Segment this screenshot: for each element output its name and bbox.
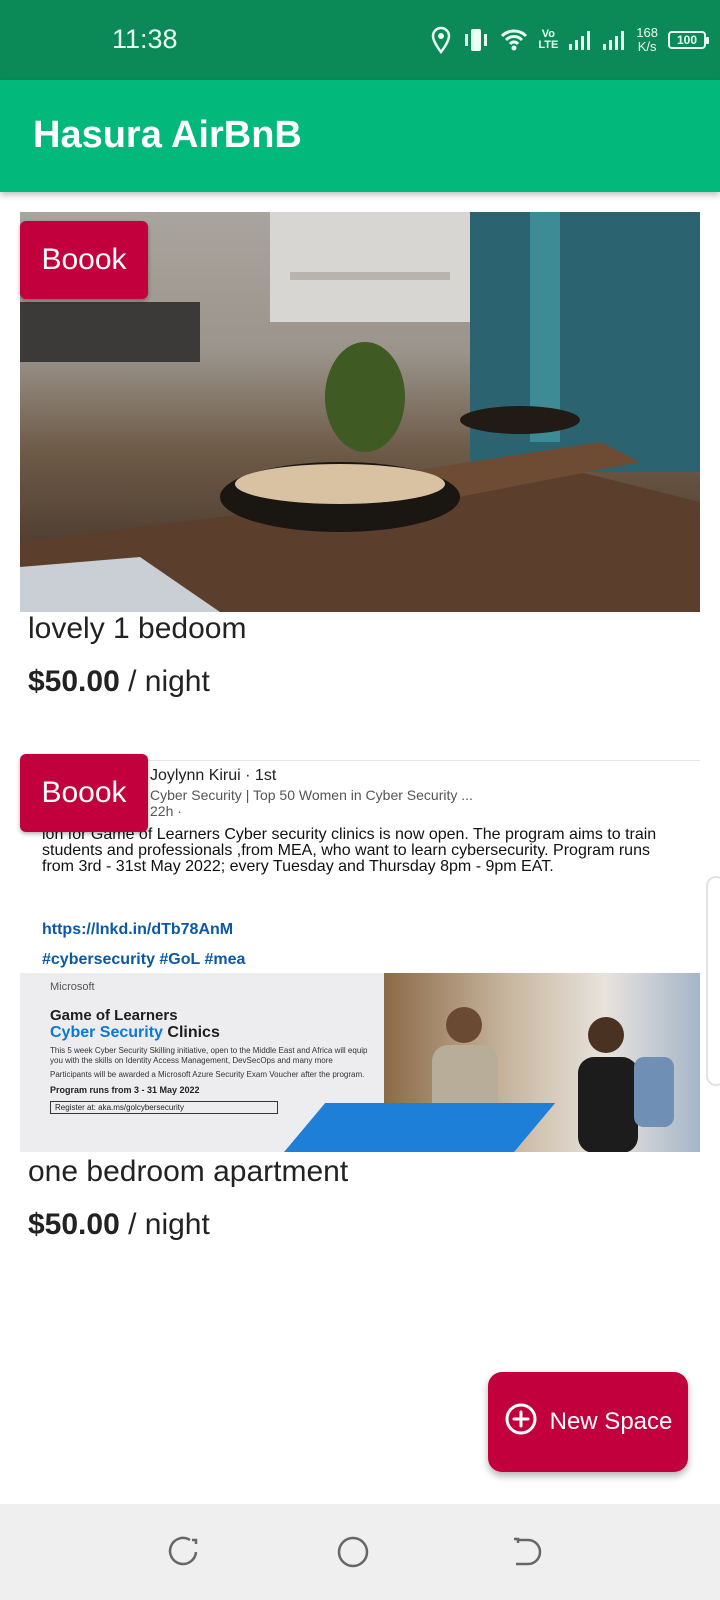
banner-subtitle: Cyber Security Clinics	[50, 1024, 380, 1042]
banner-description: This 5 week Cyber Security Skilling init…	[50, 1046, 368, 1065]
network-speed-unit: K/s	[637, 39, 657, 54]
app-title: Hasura AirBnB	[33, 114, 302, 156]
listing-title: lovely 1 bedoom	[28, 612, 247, 645]
home-icon[interactable]	[335, 1534, 371, 1570]
price-unit: / night	[119, 1208, 210, 1241]
battery-level: 100	[676, 33, 698, 47]
banner-register: Register at: aka.ms/golcybersecurity	[50, 1101, 278, 1114]
microsoft-logo: Microsoft	[50, 981, 95, 993]
network-speed-value: 168	[636, 25, 658, 40]
post-subtitle: Cyber Security | Top 50 Women in Cyber S…	[150, 787, 473, 803]
signal-2-icon	[602, 29, 626, 51]
price-amount: $50.00	[28, 665, 120, 698]
location-icon	[430, 26, 452, 54]
banner-award: Participants will be awarded a Microsoft…	[50, 1070, 365, 1079]
signal-1-icon	[568, 29, 592, 51]
new-space-button[interactable]: New Space	[488, 1372, 688, 1472]
add-circle-icon	[504, 1402, 538, 1443]
battery-icon: 100	[668, 31, 709, 49]
post-hashtags: #cybersecurity #GoL #mea	[42, 951, 246, 968]
promo-banner: Microsoft Game of Learners Cyber Securit…	[20, 973, 700, 1152]
status-bar: 11:38 Vo LTE 168 K/s 100	[0, 0, 720, 80]
banner-text: Microsoft Game of Learners Cyber Securit…	[50, 981, 380, 1114]
post-link: https://lnkd.in/dTb78AnM	[42, 921, 234, 938]
book-button[interactable]: Boook	[20, 754, 148, 832]
volte-indicator: Vo LTE	[538, 28, 559, 51]
listing-card: Boook lovely 1 bedoom $50.00 / night	[20, 212, 700, 732]
new-space-label: New Space	[549, 1408, 673, 1435]
price-amount: $50.00	[28, 1208, 120, 1241]
price-unit: / night	[119, 665, 210, 698]
post-author: Joylynn Kirui · 1st	[150, 767, 277, 784]
side-panel-handle[interactable]	[706, 876, 720, 1086]
system-nav-bar	[0, 1504, 720, 1600]
recent-apps-icon[interactable]	[166, 1534, 202, 1570]
wifi-icon	[500, 28, 528, 52]
post-time: 22h ·	[150, 803, 182, 819]
back-icon[interactable]	[508, 1534, 544, 1570]
status-icons: Vo LTE 168 K/s 100	[430, 22, 709, 58]
banner-subtitle-rest: Clinics	[162, 1024, 220, 1041]
status-time: 11:38	[112, 24, 178, 54]
app-bar: Hasura AirBnB	[0, 80, 720, 192]
listing-card: Joylynn Kirui · 1st Cyber Security | Top…	[20, 754, 700, 1280]
banner-title: Game of Learners	[50, 1007, 178, 1024]
listing-price: $50.00 / night	[28, 665, 210, 699]
network-speed: 168 K/s	[636, 26, 658, 54]
banner-runs: Program runs from 3 - 31 May 2022	[50, 1085, 200, 1095]
listing-price: $50.00 / night	[28, 1208, 210, 1242]
book-button[interactable]: Boook	[20, 221, 148, 299]
banner-subtitle-accent: Cyber Security	[50, 1024, 163, 1041]
listing-title: one bedroom apartment	[28, 1155, 349, 1188]
post-body: ion for Game of Learners Cyber security …	[42, 826, 657, 875]
vibrate-icon	[462, 27, 490, 53]
